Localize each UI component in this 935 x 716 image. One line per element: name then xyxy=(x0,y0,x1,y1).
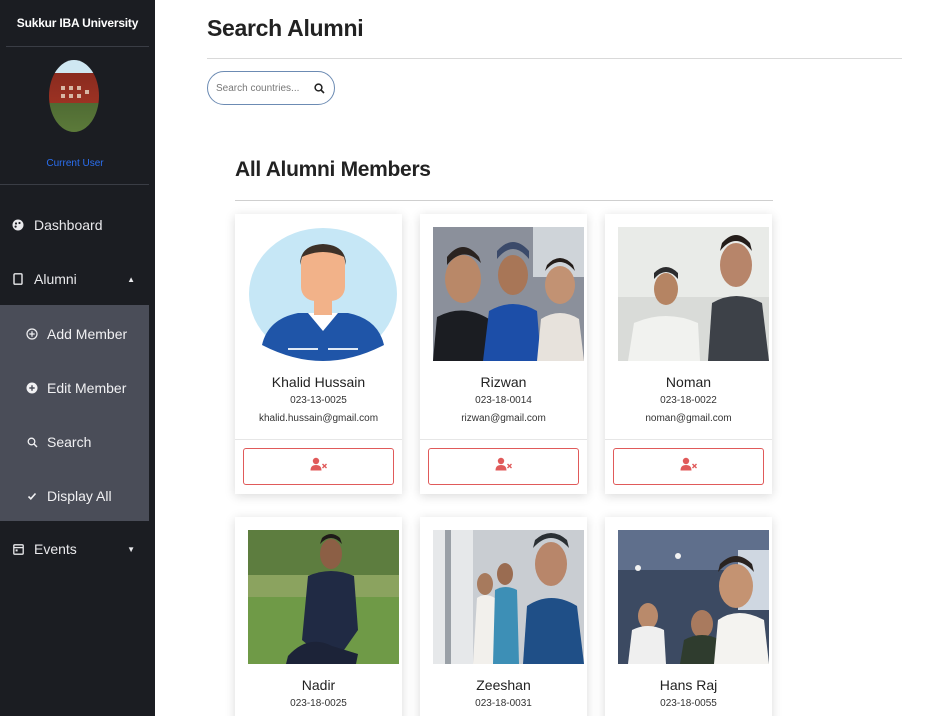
sidebar-item-dashboard[interactable]: Dashboard xyxy=(0,205,149,245)
member-email: noman@gmail.com xyxy=(645,413,732,424)
member-photo xyxy=(433,227,584,361)
member-roll: 023-18-0055 xyxy=(660,698,717,709)
sidebar-divider xyxy=(0,184,149,185)
card-divider xyxy=(420,439,587,440)
member-card: Rizwan 023-18-0014 rizwan@gmail.com xyxy=(420,214,587,494)
book-icon xyxy=(12,273,24,285)
sidebar: Sukkur IBA University Current User Dashb… xyxy=(0,0,155,716)
member-name: Zeeshan xyxy=(476,677,531,693)
sidebar-item-label: Alumni xyxy=(34,271,77,287)
submenu-item-display-all[interactable]: Display All xyxy=(0,476,149,516)
title-divider xyxy=(207,58,902,59)
remove-member-button[interactable] xyxy=(613,448,764,485)
member-email: khalid.hussain@gmail.com xyxy=(258,413,379,424)
card-divider xyxy=(605,439,772,440)
check-icon xyxy=(26,490,38,502)
member-name: Nadir xyxy=(301,677,336,693)
member-card: Hans Raj 023-18-0055 xyxy=(605,517,772,716)
submenu-item-label: Display All xyxy=(47,488,112,504)
member-photo xyxy=(248,227,398,361)
submenu-item-label: Add Member xyxy=(47,326,128,342)
calendar-icon xyxy=(12,543,24,555)
avatar xyxy=(49,60,99,132)
caret-down-icon: ▼ xyxy=(127,544,135,554)
current-user-label[interactable]: Current User xyxy=(0,158,150,169)
member-photo xyxy=(433,530,584,664)
section-title: All Alumni Members xyxy=(235,158,431,181)
member-card: Noman 023-18-0022 noman@gmail.com xyxy=(605,214,772,494)
search-icon xyxy=(26,436,38,448)
page-title: Search Alumni xyxy=(207,15,364,41)
plus-circle-outline-icon xyxy=(26,328,38,340)
member-email: rizwan@gmail.com xyxy=(461,413,546,424)
member-roll: 023-13-0025 xyxy=(290,395,347,406)
search-icon[interactable] xyxy=(312,81,326,95)
member-card: Khalid Hussain 023-13-0025 khalid.hussai… xyxy=(235,214,402,494)
remove-member-button[interactable] xyxy=(428,448,579,485)
member-roll: 023-18-0014 xyxy=(475,395,532,406)
search-bar xyxy=(207,71,335,105)
sidebar-item-label: Events xyxy=(34,541,77,557)
alumni-submenu: Add Member Edit Member Search Display Al… xyxy=(0,305,149,521)
member-name: Noman xyxy=(665,374,712,390)
remove-member-button[interactable] xyxy=(243,448,394,485)
sidebar-item-alumni[interactable]: Alumni ▲ xyxy=(0,259,149,299)
member-roll: 023-18-0025 xyxy=(290,698,347,709)
member-card: Zeeshan 023-18-0031 xyxy=(420,517,587,716)
submenu-item-search[interactable]: Search xyxy=(0,422,149,462)
member-photo xyxy=(618,227,769,361)
member-photo xyxy=(248,530,399,664)
member-roll: 023-18-0031 xyxy=(475,698,532,709)
submenu-item-add-member[interactable]: Add Member xyxy=(0,314,149,354)
search-input[interactable] xyxy=(216,82,312,94)
member-photo xyxy=(618,530,769,664)
user-remove-icon xyxy=(310,457,328,476)
user-remove-icon xyxy=(680,457,698,476)
sidebar-item-events[interactable]: Events ▼ xyxy=(0,529,149,569)
palette-icon xyxy=(12,219,24,231)
member-name: Khalid Hussain xyxy=(271,374,366,390)
member-card: Nadir 023-18-0025 xyxy=(235,517,402,716)
submenu-item-label: Search xyxy=(47,434,92,450)
submenu-item-label: Edit Member xyxy=(47,380,127,396)
card-divider xyxy=(235,439,402,440)
member-name: Rizwan xyxy=(480,374,527,390)
plus-circle-filled-icon xyxy=(26,382,38,394)
member-roll: 023-18-0022 xyxy=(660,395,717,406)
member-name: Hans Raj xyxy=(659,677,718,693)
brand-title: Sukkur IBA University xyxy=(6,0,149,47)
user-remove-icon xyxy=(495,457,513,476)
sidebar-item-label: Dashboard xyxy=(34,217,103,233)
submenu-item-edit-member[interactable]: Edit Member xyxy=(0,368,149,408)
caret-up-icon: ▲ xyxy=(127,274,135,284)
section-divider xyxy=(235,200,773,201)
